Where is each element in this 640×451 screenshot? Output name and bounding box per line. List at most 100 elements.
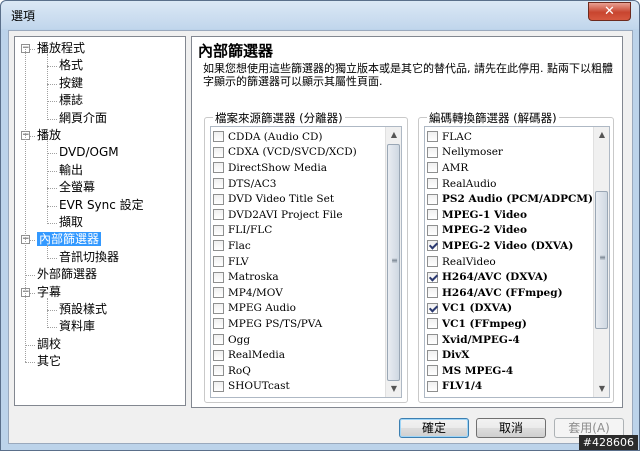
filter-item[interactable]: DVD2AVI Project File [213, 207, 343, 223]
filter-checkbox[interactable] [213, 302, 224, 314]
scroll-thumb[interactable]: ≡ [387, 144, 400, 381]
filter-checkbox[interactable] [213, 287, 224, 299]
tree-item[interactable]: 音訊切換器 [59, 249, 119, 266]
filter-checkbox[interactable] [427, 209, 438, 221]
tree-item[interactable]: 按鍵 [59, 75, 83, 92]
filter-item[interactable]: DivX [427, 347, 469, 363]
filter-item[interactable]: MPEG-2 Video [427, 223, 527, 239]
filter-item[interactable]: FLV1/4 [427, 379, 482, 395]
filter-item[interactable]: VC1 (DXVA) [427, 301, 512, 317]
filter-checkbox[interactable] [213, 256, 224, 268]
filter-checkbox[interactable] [427, 193, 438, 205]
tree-item[interactable]: 播放程式 [37, 40, 85, 57]
tree-item[interactable]: 預設樣式 [59, 301, 107, 318]
filter-checkbox[interactable] [427, 178, 438, 190]
tree-item[interactable]: 標誌 [59, 92, 83, 109]
filter-item[interactable]: MPEG PS/TS/PVA [213, 316, 322, 332]
filter-checkbox[interactable] [213, 209, 224, 221]
filter-checkbox[interactable] [427, 380, 438, 392]
filter-item[interactable]: CDDA (Audio CD) [213, 129, 323, 145]
ok-button[interactable]: 確定 [399, 418, 469, 438]
filter-checkbox[interactable] [213, 131, 224, 143]
tree-item[interactable]: 字幕 [37, 284, 61, 301]
filter-checkbox[interactable] [213, 318, 224, 330]
tree-item[interactable]: 調校 [37, 336, 61, 353]
tree-item[interactable]: 其它 [37, 353, 61, 370]
tree-item[interactable]: 網頁介面 [59, 110, 107, 127]
scroll-up-icon[interactable]: ▲ [386, 127, 401, 143]
tree-item[interactable]: 播放 [37, 127, 61, 144]
filter-item[interactable]: SHOUTcast [213, 379, 290, 395]
filter-checkbox[interactable] [427, 334, 438, 346]
filter-checkbox[interactable] [213, 349, 224, 361]
filter-item[interactable]: FLV [213, 254, 249, 270]
filter-item[interactable]: Flac [213, 238, 251, 254]
filter-checkbox[interactable] [427, 302, 438, 314]
cancel-button[interactable]: 取消 [476, 418, 546, 438]
filter-checkbox[interactable] [427, 287, 438, 299]
filter-item[interactable]: Ogg [213, 332, 250, 348]
tree-item[interactable]: 全螢幕 [59, 179, 95, 196]
filter-item[interactable]: DirectShow Media [213, 160, 327, 176]
source-filters-scrollbar[interactable]: ▲ ≡ ▼ [385, 127, 401, 397]
filter-checkbox[interactable] [213, 380, 224, 392]
filter-item[interactable]: FLI/FLC [213, 223, 272, 239]
filter-checkbox[interactable] [427, 365, 438, 377]
filter-checkbox[interactable] [213, 240, 224, 252]
filter-checkbox[interactable] [213, 365, 224, 377]
filter-item[interactable]: H264/AVC (FFmpeg) [427, 285, 563, 301]
tree-item[interactable]: 格式 [59, 57, 83, 74]
filter-checkbox[interactable] [427, 224, 438, 236]
filter-checkbox[interactable] [213, 271, 224, 283]
filter-checkbox[interactable] [213, 162, 224, 174]
title-bar[interactable]: 選項 ✕ [1, 1, 639, 29]
filter-item[interactable]: CDXA (VCD/SVCD/XCD) [213, 145, 357, 161]
filter-item[interactable]: MP4/MOV [213, 285, 283, 301]
tree-item[interactable]: DVD/OGM [59, 144, 119, 161]
filter-item[interactable]: AMR [427, 160, 468, 176]
filter-checkbox[interactable] [427, 256, 438, 268]
filter-item[interactable]: FLAC [427, 129, 472, 145]
filter-item[interactable]: MPEG Audio [213, 301, 296, 317]
filter-item[interactable]: RealAudio [427, 176, 496, 192]
tree-item[interactable]: EVR Sync 設定 [59, 197, 144, 214]
filter-checkbox[interactable] [213, 178, 224, 190]
scroll-down-icon[interactable]: ▼ [594, 381, 609, 397]
filter-item[interactable]: MPEG-2 Video (DXVA) [427, 238, 573, 254]
close-button[interactable]: ✕ [588, 2, 631, 21]
transform-filters-scrollbar[interactable]: ▲ ≡ ▼ [593, 127, 609, 397]
filter-checkbox[interactable] [427, 162, 438, 174]
filter-item[interactable]: RoQ [213, 363, 251, 379]
filter-item[interactable]: MPEG-1 Video [427, 207, 527, 223]
filter-item[interactable]: VC1 (FFmpeg) [427, 316, 527, 332]
tree-item[interactable]: 外部篩選器 [37, 266, 97, 283]
tree-item[interactable]: 資料庫 [59, 318, 95, 335]
scroll-up-icon[interactable]: ▲ [594, 127, 609, 143]
filter-item[interactable]: DVD Video Title Set [213, 191, 334, 207]
options-tree[interactable]: 播放程式 − 格式 按鍵 標誌 網頁介面 播放 − DVD/OGM 輸出 全螢幕 EVR Sync 設… [14, 36, 186, 406]
filter-checkbox[interactable] [213, 334, 224, 346]
filter-checkbox[interactable] [213, 224, 224, 236]
filter-item[interactable]: PS2 Audio (PCM/ADPCM) [427, 191, 593, 207]
filter-item[interactable]: Xvid/MPEG-4 [427, 332, 520, 348]
filter-checkbox[interactable] [427, 146, 438, 158]
filter-item[interactable]: MS MPEG-4 [427, 363, 513, 379]
tree-item[interactable]: 擷取 [59, 214, 83, 231]
filter-checkbox[interactable] [427, 131, 438, 143]
filter-item[interactable]: RealMedia [213, 347, 285, 363]
filter-checkbox[interactable] [427, 349, 438, 361]
filter-item[interactable]: DTS/AC3 [213, 176, 276, 192]
scroll-down-icon[interactable]: ▼ [386, 381, 401, 397]
filter-checkbox[interactable] [427, 240, 438, 252]
filter-item[interactable]: Nellymoser [427, 145, 503, 161]
tree-item[interactable]: 輸出 [59, 162, 83, 179]
source-filters-list[interactable]: SHOUTcast RoQ RealMedia Ogg MPEG PS/TS/PVA MP… [210, 126, 402, 398]
filter-checkbox[interactable] [427, 271, 438, 283]
filter-item[interactable]: RealVideo [427, 254, 496, 270]
filter-item[interactable]: H264/AVC (DXVA) [427, 269, 548, 285]
transform-filters-list[interactable]: FLV1/4 MS MPEG-4 DivX Xvid/MPEG-4 VC1 (FFmpe… [424, 126, 610, 398]
filter-checkbox[interactable] [427, 318, 438, 330]
scroll-thumb[interactable]: ≡ [595, 191, 608, 329]
filter-checkbox[interactable] [213, 146, 224, 158]
filter-item[interactable]: Matroska [213, 269, 279, 285]
